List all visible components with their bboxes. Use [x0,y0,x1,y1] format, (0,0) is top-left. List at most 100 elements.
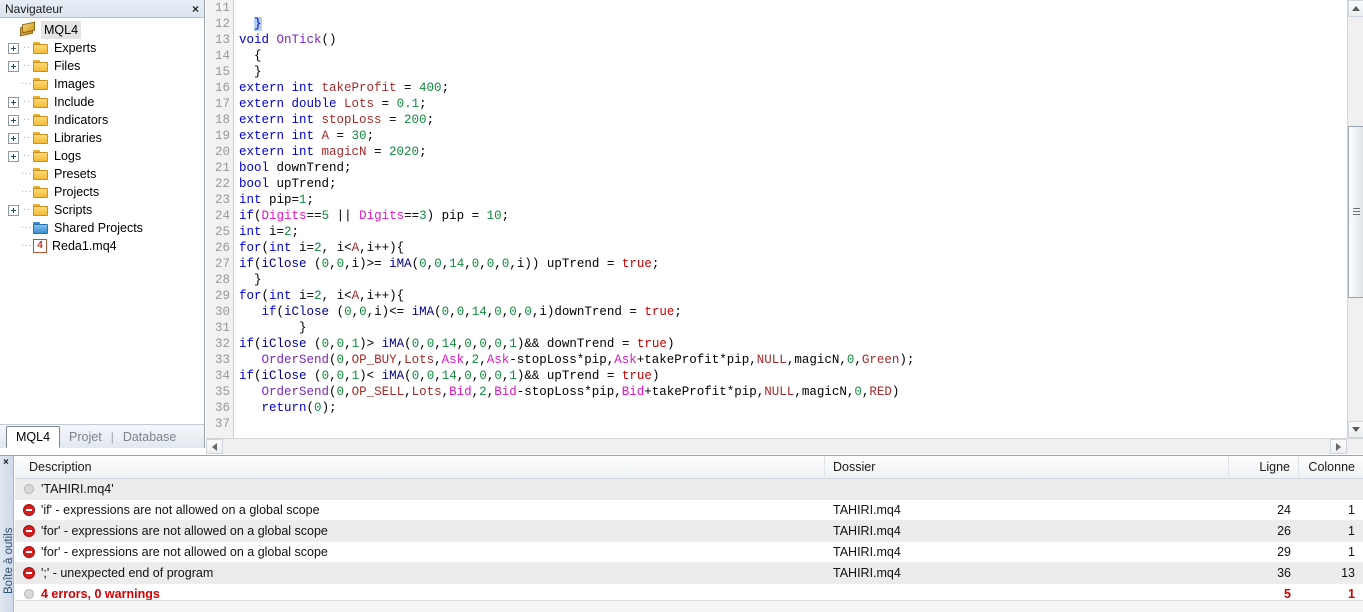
code-token: } [239,273,262,287]
error-row[interactable]: ';' - unexpected end of programTAHIRI.mq… [15,563,1363,584]
code-line[interactable]: extern int stopLoss = 200; [235,112,1347,128]
code-line[interactable]: if(iClose (0,0,1)> iMA(0,0,14,0,0,0,1)&&… [235,336,1347,352]
column-header-folder[interactable]: Dossier [825,456,1229,478]
tree-item-files[interactable]: ∙∙Files [0,57,204,75]
code-line[interactable]: } [235,16,1347,32]
expand-plus-icon[interactable] [8,115,19,126]
code-token: = [374,97,397,111]
line-number-gutter: 1112131415161718192021222324252627282930… [206,0,234,438]
code-line[interactable]: extern double Lots = 0.1; [235,96,1347,112]
expand-plus-icon[interactable] [8,205,19,216]
column-header-line[interactable]: Ligne [1229,456,1299,478]
editor-vertical-scrollbar[interactable] [1347,0,1363,438]
tree-item-shared-projects[interactable]: ∙∙∙∙Shared Projects [0,219,204,237]
scroll-up-icon[interactable] [1348,0,1363,17]
expand-plus-icon[interactable] [8,43,19,54]
code-token [239,385,262,399]
mql4-stack-icon [19,23,36,38]
expand-plus-icon[interactable] [8,61,19,72]
column-header-description[interactable]: Description [15,456,825,478]
code-line[interactable]: if(iClose (0,0,i)<= iMA(0,0,14,0,0,0,i)d… [235,304,1347,320]
code-line[interactable]: if(iClose (0,0,1)< iMA(0,0,14,0,0,0,1)&&… [235,368,1347,384]
code-token: 0 [337,257,345,271]
code-token: Lots [344,97,374,111]
error-row[interactable]: 'TAHIRI.mq4' [15,479,1363,500]
code-token: +takeProfit*pip, [644,385,764,399]
scroll-down-icon[interactable] [1348,421,1363,438]
close-icon[interactable]: × [192,0,199,18]
scroll-left-icon[interactable] [206,439,223,454]
code-token: , [854,353,862,367]
code-line[interactable]: if(iClose (0,0,i)>= iMA(0,0,14,0,0,0,i))… [235,256,1347,272]
code-editor[interactable]: 1112131415161718192021222324252627282930… [206,0,1347,438]
code-text-area[interactable]: }void OnTick() { }extern int takeProfit … [235,0,1347,438]
toolbox-bottom-bar [15,600,1363,612]
code-line[interactable]: for(int i=2, i<A,i++){ [235,240,1347,256]
code-line[interactable]: extern int magicN = 2020; [235,144,1347,160]
code-token: iClose [262,337,307,351]
code-token: ) [892,385,900,399]
line-number: 25 [206,224,233,240]
code-token: )< [359,369,382,383]
error-folder-cell: TAHIRI.mq4 [825,563,1229,583]
code-line[interactable]: bool upTrend; [235,176,1347,192]
scroll-right-icon[interactable] [1330,439,1347,454]
code-line[interactable]: if(Digits==5 || Digits==3) pip = 10; [235,208,1347,224]
code-token: 14 [442,369,457,383]
expand-plus-icon[interactable] [8,97,19,108]
code-line[interactable]: int i=2; [235,224,1347,240]
toolbox-close-icon[interactable]: × [3,457,9,468]
tree-item-root[interactable]: MQL4 [0,21,204,39]
tree-item-presets[interactable]: ∙∙∙∙Presets [0,165,204,183]
vertical-scrollbar-thumb[interactable] [1348,126,1363,298]
code-line[interactable]: extern int A = 30; [235,128,1347,144]
tree-item-images[interactable]: ∙∙∙∙Images [0,75,204,93]
tree-item-reda1-mq4[interactable]: ∙∙∙∙4Reda1.mq4 [0,237,204,255]
code-token: 2020 [389,145,419,159]
tab-database[interactable]: Database [114,426,186,448]
error-row[interactable]: 'for' - expressions are not allowed on a… [15,542,1363,563]
line-number: 23 [206,192,233,208]
code-line[interactable]: int pip=1; [235,192,1347,208]
tree-connector: ∙∙ [21,129,33,147]
expand-plus-icon[interactable] [8,151,19,162]
code-token: -stopLoss*pip, [517,385,622,399]
code-line[interactable]: } [235,320,1347,336]
editor-horizontal-scrollbar[interactable] [206,438,1363,454]
code-line[interactable]: for(int i=2, i<A,i++){ [235,288,1347,304]
code-line[interactable]: bool downTrend; [235,160,1347,176]
code-line[interactable]: OrderSend(0,OP_SELL,Lots,Bid,2,Bid-stopL… [235,384,1347,400]
tree-item-logs[interactable]: ∙∙Logs [0,147,204,165]
tree-item-label: Shared Projects [54,219,143,237]
tree-item-libraries[interactable]: ∙∙Libraries [0,129,204,147]
tree-item-projects[interactable]: ∙∙∙∙Projects [0,183,204,201]
error-row[interactable]: 'for' - expressions are not allowed on a… [15,521,1363,542]
code-token: iClose [262,257,307,271]
code-line[interactable] [235,416,1347,432]
code-token: ( [307,369,322,383]
code-token: , [329,257,337,271]
tree-item-indicators[interactable]: ∙∙Indicators [0,111,204,129]
code-line[interactable]: void OnTick() [235,32,1347,48]
code-token: Bid [449,385,472,399]
tree-item-include[interactable]: ∙∙Include [0,93,204,111]
tab-projet[interactable]: Projet [60,426,111,448]
code-token: 14 [449,257,464,271]
expand-plus-icon[interactable] [8,133,19,144]
column-header-column[interactable]: Colonne [1299,456,1363,478]
code-line[interactable]: return(0); [235,400,1347,416]
code-line[interactable]: } [235,64,1347,80]
code-token: , [329,337,337,351]
code-line[interactable]: } [235,272,1347,288]
error-row[interactable]: 'if' - expressions are not allowed on a … [15,500,1363,521]
tree-item-experts[interactable]: ∙∙Experts [0,39,204,57]
code-line[interactable]: { [235,48,1347,64]
code-line[interactable]: OrderSend(0,OP_BUY,Lots,Ask,2,Ask-stopLo… [235,352,1347,368]
code-line[interactable] [235,0,1347,16]
code-line[interactable]: extern int takeProfit = 400; [235,80,1347,96]
code-token: takeProfit [322,81,397,95]
error-description-text: 'for' - expressions are not allowed on a… [41,521,328,541]
error-description-cell: 'for' - expressions are not allowed on a… [15,542,825,562]
tree-item-scripts[interactable]: ∙∙Scripts [0,201,204,219]
tab-mql4[interactable]: MQL4 [6,426,60,448]
